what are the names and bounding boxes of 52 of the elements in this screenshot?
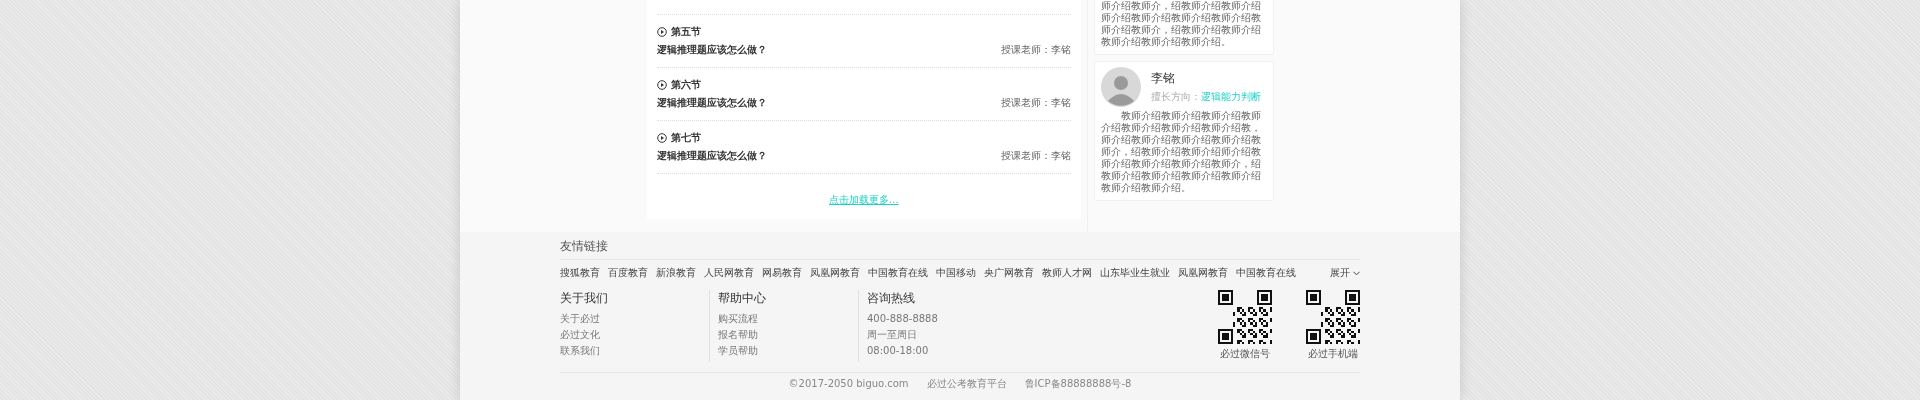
footer-link[interactable]: 报名帮助	[718, 329, 758, 341]
play-circle-icon	[656, 27, 667, 37]
friend-link[interactable]: 新浪教育	[656, 266, 696, 280]
teacher-bio: 师介绍教师介，绍教师介绍教师介绍师介绍教师介绍教师介绍教师介绍教师介绍教师介，绍教师介绍教师介绍教师介绍教师介绍教师介绍。	[1101, 0, 1263, 48]
footer-link[interactable]: 08:00-18:00	[867, 345, 929, 357]
expand-button[interactable]: 展开	[1330, 266, 1360, 280]
friend-link[interactable]: 山东毕业生就业	[1100, 266, 1170, 280]
footer-link[interactable]: 必过文化	[560, 329, 600, 341]
copyright-text: ©2017-2050 biguo.com	[788, 378, 909, 390]
chevron-down-icon	[1353, 270, 1360, 276]
footer-link[interactable]: 关于必过	[560, 313, 600, 325]
friend-link[interactable]: 凤凰网教育	[810, 266, 860, 280]
teacher-name: 李铭	[1151, 70, 1177, 87]
friend-link[interactable]: 凤凰网教育	[1178, 266, 1228, 280]
copyright-text: 鲁ICP备88888888号-8	[1024, 378, 1132, 390]
friend-links-heading: 友情链接	[560, 238, 1360, 260]
footer-link[interactable]: 周一至周日	[867, 329, 917, 341]
qr-code	[1306, 290, 1360, 344]
friend-link[interactable]: 人民网教育	[704, 266, 754, 280]
friend-link[interactable]: 百度教育	[608, 266, 648, 280]
friend-link[interactable]: 网易教育	[762, 266, 802, 280]
play-circle-icon	[656, 133, 667, 143]
friend-link[interactable]: 中国移动	[936, 266, 976, 280]
lesson-title[interactable]: 逻辑推理题应该怎么做？	[656, 96, 767, 110]
avatar-silhouette	[1101, 67, 1142, 107]
footer-link[interactable]: 联系我们	[560, 345, 600, 357]
specialty-text: 擅长方向：逻辑能力判断	[1151, 90, 1262, 104]
friend-link[interactable]: 搜狐教育	[560, 266, 600, 280]
lesson-title[interactable]: 逻辑推理题应该怎么做？	[656, 43, 767, 57]
footer-column-heading: 咨询热线	[867, 290, 915, 307]
qr-caption: 必过手机端	[1308, 347, 1358, 361]
teacher-bio: 教师介绍教师介绍教师介绍教师介绍教师介绍教师介绍教师介绍教，师介绍教师介绍教师介绍教师介绍教师介，绍教师介绍教师介绍师介绍教师介绍教师介绍教师介绍教师介，绍教师介绍教师介绍教师介绍教师介绍教师介绍教师介绍。	[1101, 110, 1263, 194]
friend-link[interactable]: 教师人才网	[1042, 266, 1092, 280]
footer-link[interactable]: 购买流程	[718, 313, 758, 325]
section-label: 第六节	[670, 78, 701, 92]
play-circle-icon	[656, 80, 667, 90]
friend-link[interactable]: 央广网教育	[984, 266, 1034, 280]
qr-caption: 必过微信号	[1220, 347, 1270, 361]
friend-link[interactable]: 中国教育在线	[868, 266, 928, 280]
copyright-text: 必过公考教育平台	[926, 378, 1007, 390]
footer-column-heading: 关于我们	[560, 290, 608, 307]
lesson-title[interactable]: 逻辑推理题应该怎么做？	[656, 149, 767, 163]
footer-column-heading: 帮助中心	[718, 290, 766, 307]
qr-code	[1218, 290, 1272, 344]
teacher-label: 授课老师：李铭	[1001, 43, 1072, 57]
footer-link[interactable]: 400-888-8888	[867, 313, 938, 325]
teacher-label: 授课老师：李铭	[1001, 96, 1072, 110]
teacher-label: 授课老师：李铭	[1001, 149, 1072, 163]
section-label: 第七节	[670, 131, 701, 145]
section-label: 第五节	[670, 25, 701, 39]
friend-link[interactable]: 中国教育在线	[1236, 266, 1296, 280]
footer-link[interactable]: 学员帮助	[718, 345, 758, 357]
